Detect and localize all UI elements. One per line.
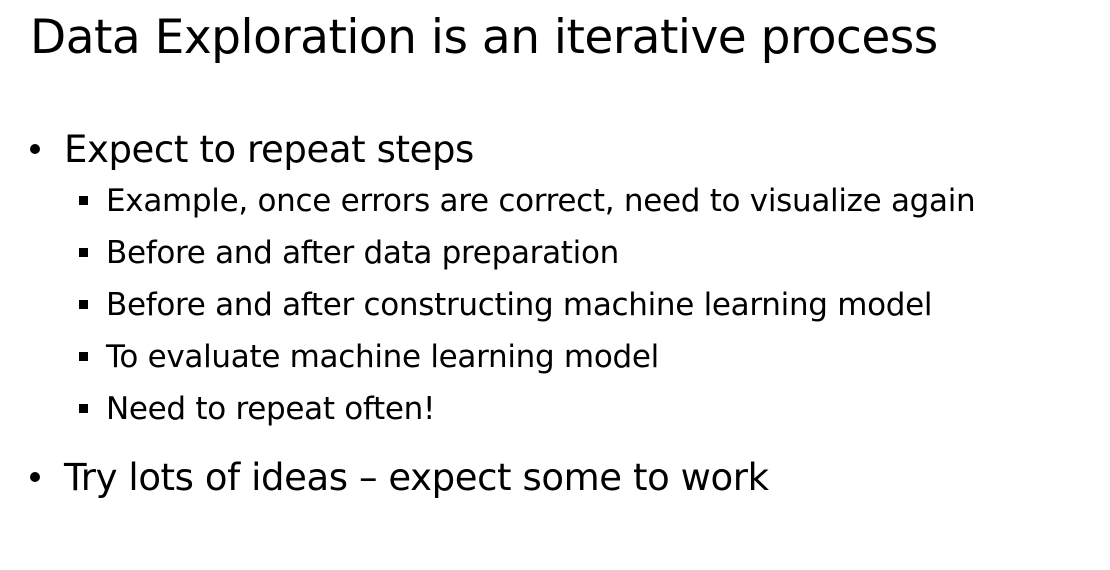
square-bullet-icon xyxy=(79,404,88,413)
subbullet-item: To evaluate machine learning model xyxy=(106,339,659,375)
subbullet-item: Before and after data preparation xyxy=(106,235,619,271)
bullet-item: Expect to repeat steps xyxy=(64,128,474,171)
bullet-dot-icon xyxy=(30,472,40,482)
bullet-list: Expect to repeat steps Example, once err… xyxy=(0,0,1110,570)
bullet-dot-icon xyxy=(30,144,40,154)
bullet-item: Try lots of ideas – expect some to work xyxy=(64,456,769,499)
square-bullet-icon xyxy=(79,196,88,205)
square-bullet-icon xyxy=(79,300,88,309)
subbullet-item: Need to repeat often! xyxy=(106,391,436,427)
square-bullet-icon xyxy=(79,248,88,257)
subbullet-item: Before and after constructing machine le… xyxy=(106,287,933,323)
subbullet-item: Example, once errors are correct, need t… xyxy=(106,183,976,219)
square-bullet-icon xyxy=(79,352,88,361)
slide: Data Exploration is an iterative process… xyxy=(0,0,1110,570)
